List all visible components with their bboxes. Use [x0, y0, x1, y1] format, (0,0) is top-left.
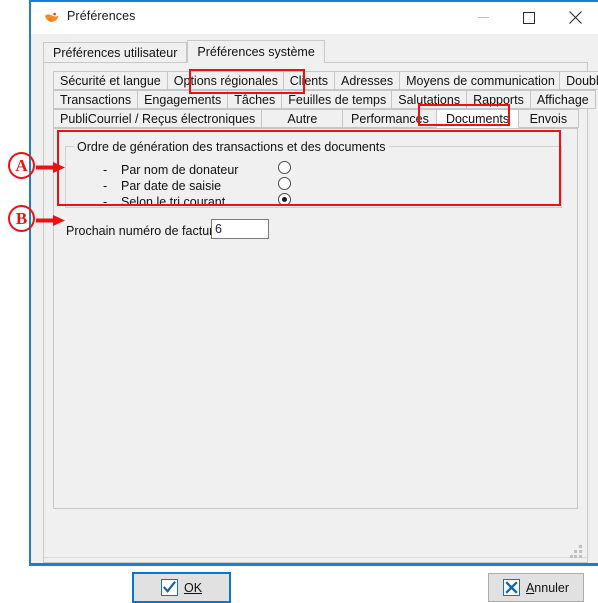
tab-performances[interactable]: Performances: [342, 109, 438, 128]
tab-label: Tâches: [234, 93, 276, 107]
cross-icon: [502, 579, 520, 596]
next-invoice-number-input[interactable]: [211, 219, 269, 239]
tab-label: Documents: [445, 112, 510, 126]
inner-tab-row-2: Transactions Engagements Tâches Feuilles…: [53, 90, 596, 109]
annotation-arrow-b: [36, 213, 66, 226]
ok-label-text: OK: [183, 580, 203, 595]
bird-icon: [43, 9, 61, 27]
tab-rapports[interactable]: Rapports: [466, 90, 531, 109]
bullet-dash: -: [103, 163, 108, 177]
preferences-window: Préférences Préférences utilisateur Préf…: [29, 0, 598, 603]
option-label: Selon le tri courant: [121, 195, 226, 209]
resize-grip[interactable]: [570, 545, 583, 558]
generation-order-groupbox: Ordre de génération des transactions et …: [65, 140, 562, 210]
tab-clients[interactable]: Clients: [282, 71, 335, 90]
minimize-icon[interactable]: [460, 2, 506, 33]
tab-autre[interactable]: Autre: [261, 109, 344, 128]
outer-tab-strip: Préférences utilisateur Préférences syst…: [43, 40, 325, 63]
tab-documents[interactable]: Documents: [436, 109, 519, 128]
tab-label: PubliCourriel / Reçus électroniques: [60, 112, 256, 126]
cancel-label-rest: nnuler: [534, 580, 570, 595]
tab-publicourriel-recus-electroniques[interactable]: PubliCourriel / Reçus électroniques: [53, 109, 263, 128]
radio-par-date-de-saisie[interactable]: [278, 177, 291, 190]
bullet-dash: -: [103, 179, 108, 193]
tab-salutations[interactable]: Salutations: [391, 90, 468, 109]
option-row-par-nom-de-donateur[interactable]: - Par nom de donateur: [103, 162, 238, 178]
tab-preferences-systeme[interactable]: Préférences système: [187, 40, 325, 63]
groupbox-title: Ordre de génération des transactions et …: [74, 140, 389, 154]
tab-label: Transactions: [60, 93, 132, 107]
dialog-client-area: Préférences utilisateur Préférences syst…: [31, 34, 598, 603]
cancel-mnemonic: A: [525, 580, 535, 595]
tab-taches[interactable]: Tâches: [227, 90, 283, 109]
radio-par-nom-de-donateur[interactable]: [278, 161, 291, 174]
tab-securite-et-langue[interactable]: Sécurité et langue: [53, 71, 168, 90]
cancel-button-label: Annuler: [526, 581, 569, 595]
tab-label: Préférences système: [197, 45, 315, 59]
tab-transactions[interactable]: Transactions: [53, 90, 139, 109]
maximize-icon[interactable]: [506, 2, 552, 33]
inner-tab-row-3: PubliCourriel / Reçus électroniques Autr…: [53, 109, 579, 128]
option-row-par-date-de-saisie[interactable]: - Par date de saisie: [103, 178, 221, 194]
annotation-marker-b: B: [8, 205, 35, 232]
annotation-arrow-a: [36, 160, 66, 173]
tab-label: Doublons: [566, 74, 598, 88]
tab-engagements[interactable]: Engagements: [137, 90, 229, 109]
tab-affichage[interactable]: Affichage: [529, 90, 596, 109]
window-title: Préférences: [67, 9, 136, 23]
tab-preferences-utilisateur[interactable]: Préférences utilisateur: [43, 42, 188, 63]
tab-label: Préférences utilisateur: [53, 46, 178, 60]
bullet-dash: -: [103, 195, 108, 209]
documents-tab-panel: Ordre de génération des transactions et …: [53, 128, 578, 509]
tab-label: Rapports: [473, 93, 524, 107]
tab-label: Performances: [351, 112, 429, 126]
tab-label: Feuilles de temps: [288, 93, 387, 107]
tab-doublons[interactable]: Doublons: [559, 71, 598, 90]
tab-label: Options régionales: [173, 74, 278, 88]
tab-feuilles-de-temps[interactable]: Feuilles de temps: [281, 90, 393, 109]
annotation-marker-a: A: [8, 152, 35, 179]
tab-label: Affichage: [536, 93, 589, 107]
title-bar: Préférences: [31, 2, 598, 34]
tab-label: Autre: [287, 112, 318, 126]
ok-button-label: OK: [184, 581, 202, 595]
tab-label: Moyens de communication: [406, 74, 555, 88]
checkmark-icon: [160, 579, 178, 596]
tab-adresses[interactable]: Adresses: [333, 71, 401, 90]
inner-tab-strip: Sécurité et langue Options régionales Cl…: [53, 71, 598, 128]
annotation-letter: B: [15, 208, 28, 228]
option-label: Par nom de donateur: [121, 163, 239, 177]
tab-label: Salutations: [398, 93, 461, 107]
tab-options-regionales[interactable]: Options régionales: [166, 71, 284, 90]
outer-tab-panel: Sécurité et langue Options régionales Cl…: [43, 62, 598, 603]
radio-selon-le-tri-courant[interactable]: [278, 193, 291, 206]
tab-label: Clients: [289, 74, 328, 88]
tab-label: Adresses: [340, 74, 394, 88]
next-invoice-number-label: Prochain numéro de facture :: [66, 224, 228, 238]
tab-envois[interactable]: Envois: [517, 109, 579, 128]
close-icon[interactable]: [552, 2, 598, 33]
footer-separator: [44, 557, 587, 558]
option-row-selon-le-tri-courant[interactable]: - Selon le tri courant: [103, 194, 225, 210]
inner-tab-row-1: Sécurité et langue Options régionales Cl…: [53, 71, 598, 90]
tab-label: Engagements: [144, 93, 222, 107]
tab-label: Sécurité et langue: [60, 74, 161, 88]
tab-moyens-de-communication[interactable]: Moyens de communication: [399, 71, 561, 90]
option-label: Par date de saisie: [121, 179, 222, 193]
ok-button[interactable]: OK: [132, 572, 231, 603]
annotation-letter: A: [15, 155, 28, 175]
tab-label: Envois: [529, 112, 568, 126]
cancel-button[interactable]: Annuler: [488, 573, 584, 602]
